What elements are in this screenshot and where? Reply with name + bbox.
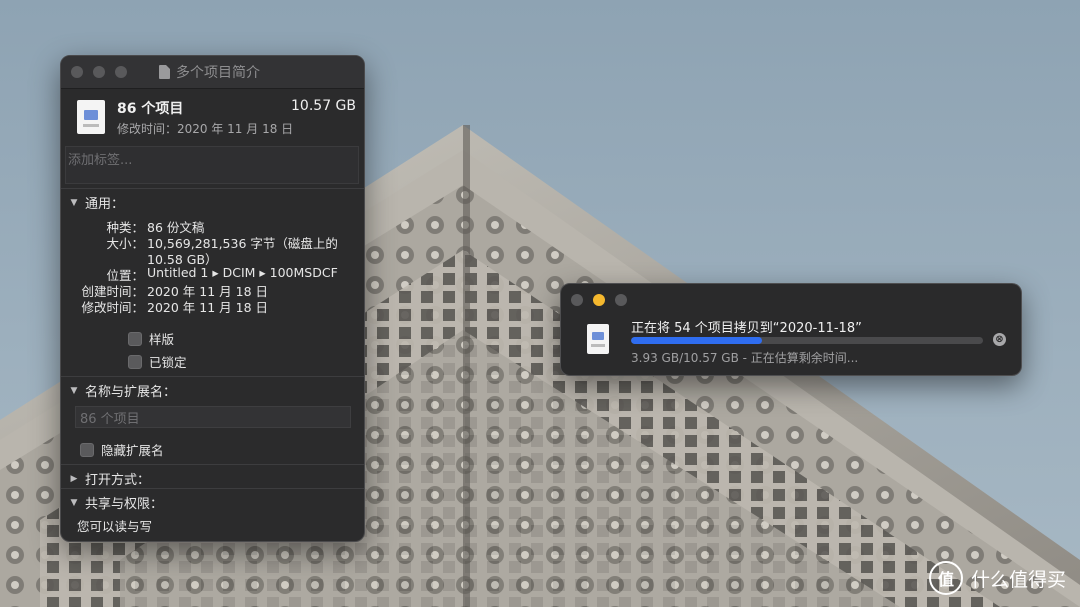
open-with-header: 打开方式： [85,473,151,488]
copy-progress-window: 正在将 54 个项目拷贝到“2020-11-18” 3.93 GB/10.57 … [560,283,1022,376]
close-button[interactable] [71,66,83,78]
name-ext-disclosure[interactable]: ▼ 名称与扩展名： [69,381,176,400]
where-row: 位置： Untitled 1 ▸ DCIM ▸ 100MSDCF [61,265,364,283]
name-placeholder: 86 个项目 [80,412,140,427]
sharing-header: 共享与权限： [85,497,164,512]
file-icon [77,100,105,134]
total-size: 10.57 GB [291,98,356,114]
locked-checkbox[interactable]: 已锁定 [128,352,187,371]
get-info-window: 多个项目简介 86 个项目 10.57 GB 修改时间：2020 年 11 月 … [60,55,365,542]
file-icon [587,324,609,354]
cancel-icon[interactable]: ⊗ [993,333,1006,346]
where-value: Untitled 1 ▸ DCIM ▸ 100MSDCF [147,265,338,280]
size-label: 大小： [106,236,144,251]
window-title-text: 多个项目简介 [176,65,260,81]
hide-extension-label: 隐藏扩展名 [101,443,164,458]
name-input[interactable]: 86 个项目 [75,406,351,428]
chevron-right-icon: ▶ [70,473,78,484]
modified-label: 修改时间： [81,300,144,315]
progress-fill [631,337,762,344]
watermark-logo-icon: 值 [928,561,963,595]
sharing-disclosure[interactable]: ▼ 共享与权限： [69,493,163,512]
chevron-down-icon: ▼ [70,197,78,208]
kind-row: 种类： 86 份文稿 [61,217,364,235]
item-count: 86 个项目 [117,101,184,117]
checkbox-box[interactable] [128,354,142,369]
tags-field[interactable]: 添加标签... [65,146,359,184]
open-with-disclosure[interactable]: ▶ 打开方式： [69,469,150,488]
copy-title: 正在将 54 个项目拷贝到“2020-11-18” [631,321,862,336]
name-ext-header: 名称与扩展名： [85,385,177,400]
modified-value: 2020 年 11 月 18 日 [147,300,268,315]
minimize-button[interactable] [93,66,105,78]
close-button[interactable] [571,294,583,306]
general-disclosure[interactable]: ▼ 通用： [69,193,124,212]
zoom-button[interactable] [115,66,127,78]
modified-row: 修改时间： 2020 年 11 月 18 日 [61,297,364,315]
zoom-button[interactable] [615,294,627,306]
chevron-down-icon: ▼ [70,497,78,508]
summary-header: 86 个项目 10.57 GB 修改时间：2020 年 11 月 18 日 [75,94,356,142]
hide-extension-checkbox[interactable]: 隐藏扩展名 [80,440,164,459]
stationery-checkbox[interactable]: 样版 [128,329,174,348]
window-title: 多个项目简介 [159,56,260,88]
sharing-section: ▼ 共享与权限： 您可以读与写 [61,488,364,541]
chevron-down-icon: ▼ [70,385,78,396]
watermark: 值 什么值得买 [928,561,1066,595]
sharing-summary: 您可以读与写 [77,519,153,534]
modified-date: 修改时间：2020 年 11 月 18 日 [117,122,294,136]
general-header: 通用： [85,197,125,212]
stationery-label: 样版 [149,332,175,347]
watermark-text: 什么值得买 [970,568,1066,591]
open-with-section: ▶ 打开方式： [61,464,364,489]
general-section: ▼ 通用： 种类： 86 份文稿 大小： 10,569,281,536 字节（磁… [61,188,364,377]
progress-bar [631,337,983,344]
created-row: 创建时间： 2020 年 11 月 18 日 [61,281,364,299]
size-row: 大小： 10,569,281,536 字节（磁盘上的 10.58 GB） [61,233,364,267]
document-icon [159,65,170,79]
locked-label: 已锁定 [149,355,187,370]
minimize-button[interactable] [593,294,605,306]
checkbox-box[interactable] [128,331,142,346]
tags-placeholder: 添加标签... [68,153,133,168]
checkbox-box[interactable] [80,442,94,457]
info-titlebar[interactable]: 多个项目简介 [61,56,364,89]
copy-status: 3.93 GB/10.57 GB - 正在估算剩余时间... [631,351,859,365]
